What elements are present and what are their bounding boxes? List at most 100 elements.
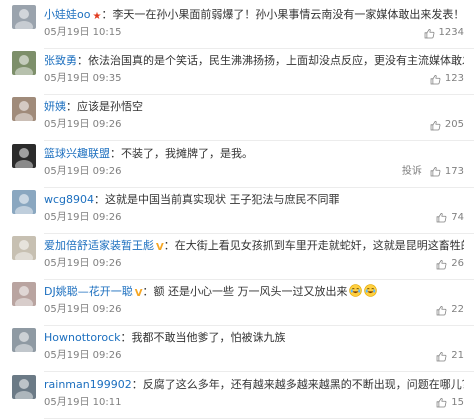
comment-text: 不装了，我摊牌了，是我。 <box>121 146 253 160</box>
thumbs-up-icon <box>430 74 445 85</box>
comment-row: 妍姨：应该是孙悟空 05月19日 09:26 205 <box>0 95 474 142</box>
like-count: 15 <box>451 396 464 408</box>
timestamp: 05月19日 09:26 <box>44 119 122 131</box>
like-count: 123 <box>444 73 464 85</box>
timestamp: 05月19日 09:26 <box>44 350 122 362</box>
avatar[interactable] <box>12 374 36 399</box>
comment-line: 篮球兴趣联盟：不装了，我摊牌了，是我。 <box>44 145 464 163</box>
username-link[interactable]: wcg8904 <box>44 193 94 206</box>
colon-separator: ： <box>77 54 88 68</box>
report-link[interactable]: 投诉 <box>402 165 422 179</box>
comment-row: 爱加倍舒适家装暂王彪V：在大街上看见女孩抓到车里开走就蛇奸，这就是昆明这畜牲的作… <box>0 234 474 280</box>
comment-row: wcg8904：这就是中国当前真实现状 王子犯法与庶民不同罪 05月19日 09:… <box>0 188 474 234</box>
username-link[interactable]: 篮球兴趣联盟 <box>44 147 110 160</box>
timestamp: 05月19日 10:15 <box>44 27 122 38</box>
colon-separator: ： <box>101 8 113 21</box>
avatar[interactable] <box>12 5 36 29</box>
comment-row: DJ姚聪—花开一聪 V：额 还是小心一些 万一风头一过又放出来 05月19日 09:… <box>0 280 474 327</box>
like-count: 173 <box>444 165 464 177</box>
avatar[interactable] <box>12 282 36 307</box>
user-avatar-icon <box>15 332 33 353</box>
comment-actions: 205 <box>430 118 464 132</box>
colon-separator: ： <box>110 146 121 160</box>
comment-actions: 22 <box>436 303 464 317</box>
comment-text: 依法治国真的是个笑话，民生沸沸扬扬，上面却没点反应，更没有主流媒体敢发声。 <box>88 54 464 68</box>
comment-line: 妍姨：应该是孙悟空 <box>44 98 464 116</box>
verified-v-badge-icon: V <box>156 242 164 253</box>
like-count: 1234 <box>438 27 464 38</box>
user-avatar-icon <box>15 147 33 168</box>
comment-row: 篮球兴趣联盟：不装了，我摊牌了，是我。 05月19日 09:26 投诉 173 <box>0 142 474 188</box>
like-button[interactable]: 22 <box>436 303 464 317</box>
like-button[interactable]: 123 <box>430 72 464 86</box>
user-avatar-icon <box>15 193 33 214</box>
comment-actions: 21 <box>436 349 464 363</box>
timestamp: 05月19日 09:26 <box>44 258 122 269</box>
colon-separator: ： <box>120 331 132 345</box>
username-link[interactable]: 小娃娃oo <box>44 8 90 21</box>
timestamp: 05月19日 09:26 <box>44 165 122 177</box>
thumbs-up-icon <box>424 28 439 39</box>
comment-actions: 123 <box>430 72 464 86</box>
like-count: 205 <box>444 119 464 131</box>
like-count: 21 <box>451 350 464 362</box>
comment-row: rainman199902：反腐了这么多年，还有越来越多越来越黑的不断出现，问题… <box>0 373 474 419</box>
like-button[interactable]: 26 <box>436 257 464 271</box>
thumbs-up-icon <box>430 120 445 131</box>
timestamp: 05月19日 09:26 <box>44 304 122 316</box>
username-link[interactable]: rainman199902 <box>44 378 132 391</box>
user-avatar-icon <box>15 378 33 399</box>
comment-row: 张致勇：依法治国真的是个笑话，民生沸沸扬扬，上面却没点反应，更没有主流媒体敢发声… <box>0 49 474 96</box>
like-button[interactable]: 15 <box>436 396 464 410</box>
thumbs-up-icon <box>436 351 451 362</box>
like-button[interactable]: 21 <box>436 349 464 363</box>
user-avatar-icon <box>15 286 33 307</box>
like-button[interactable]: 1234 <box>424 26 464 40</box>
like-button[interactable]: 205 <box>430 118 464 132</box>
avatar[interactable] <box>12 328 36 353</box>
colon-separator: ： <box>142 285 154 299</box>
username-link[interactable]: Hownottorock <box>44 331 120 344</box>
avatar[interactable] <box>12 97 36 122</box>
comment-text: 这就是中国当前真实现状 王子犯法与庶民不同罪 <box>105 192 340 206</box>
avatar[interactable] <box>12 236 36 260</box>
comment-line: 小娃娃oo ★：李天一在孙小果面前弱爆了！孙小果事情云南没有一家媒体敢出来发表！ <box>44 6 464 24</box>
comment-list: 小娃娃oo ★：李天一在孙小果面前弱爆了！孙小果事情云南没有一家媒体敢出来发表！ 0… <box>0 0 474 419</box>
comment-actions: 26 <box>436 257 464 271</box>
user-avatar-icon <box>15 101 33 122</box>
thumbs-up-icon <box>436 212 451 223</box>
comment-text: 应该是孙悟空 <box>77 100 143 114</box>
like-button[interactable]: 74 <box>436 211 464 225</box>
comment-text: 李天一在孙小果面前弱爆了！孙小果事情云南没有一家媒体敢出来发表！ <box>112 8 464 21</box>
comment-actions: 15 <box>436 396 464 410</box>
thumbs-up-icon <box>436 397 451 408</box>
username-link[interactable]: 妍姨 <box>44 100 66 113</box>
comment-row: 小娃娃oo ★：李天一在孙小果面前弱爆了！孙小果事情云南没有一家媒体敢出来发表！ 0… <box>0 3 474 49</box>
avatar[interactable] <box>12 189 36 214</box>
comment-text: 反腐了这么多年，还有越来越多越来越黑的不断出现，问题在哪儿？ <box>142 377 464 391</box>
like-button[interactable]: 173 <box>430 165 464 179</box>
avatar[interactable] <box>12 51 36 76</box>
like-count: 26 <box>451 258 464 269</box>
timestamp: 05月19日 09:35 <box>44 73 122 85</box>
comment-text: 我都不敢当他爹了，怕被诛九族 <box>131 331 286 345</box>
comment-actions: 投诉 173 <box>402 165 464 179</box>
username-link[interactable]: DJ姚聪—花开一聪 <box>44 285 133 298</box>
comment-text: 在大街上看见女孩抓到车里开走就蛇奸，这就是昆明这畜牲的作为。 <box>174 239 464 252</box>
avatar[interactable] <box>12 143 36 168</box>
laugh-cry-emoji-icon <box>364 284 378 297</box>
row-divider <box>44 417 474 419</box>
username-link[interactable]: 张致勇 <box>44 54 77 67</box>
like-count: 22 <box>451 304 464 316</box>
user-avatar-icon <box>15 55 33 76</box>
comment-line: DJ姚聪—花开一聪 V：额 还是小心一些 万一风头一过又放出来 <box>44 283 464 301</box>
comment-line: Hownottorock：我都不敢当他爹了，怕被诛九族 <box>44 329 464 347</box>
thumbs-up-icon <box>436 259 451 270</box>
colon-separator: ： <box>131 377 143 391</box>
user-avatar-icon <box>15 9 33 29</box>
comment-line: wcg8904：这就是中国当前真实现状 王子犯法与庶民不同罪 <box>44 191 464 209</box>
username-link[interactable]: 爱加倍舒适家装暂王彪 <box>44 239 154 252</box>
thumbs-up-icon <box>430 166 445 177</box>
colon-separator: ： <box>66 100 77 114</box>
like-count: 74 <box>451 211 464 223</box>
